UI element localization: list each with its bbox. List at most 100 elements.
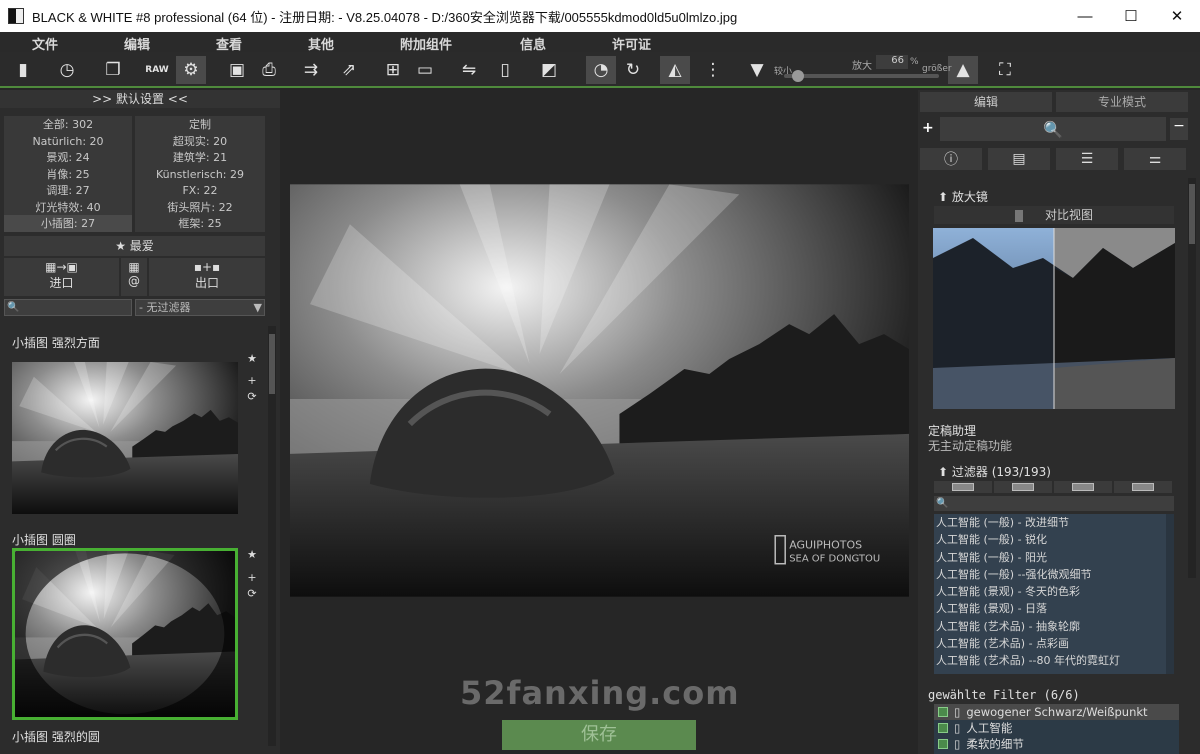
export-button[interactable]: ▪+▪ 出口 — [149, 258, 265, 296]
info-icon[interactable]: ⓘ — [920, 148, 982, 170]
selected-filter-item[interactable]: ▯ gewogener Schwarz/Weißpunkt — [934, 704, 1179, 720]
selected-filter-label: 人工智能 — [966, 721, 1013, 735]
zoom-value[interactable]: 66 — [876, 55, 908, 69]
category-item[interactable]: Natürlich: 20 — [4, 132, 132, 150]
film-icon[interactable]: ▭ — [410, 56, 440, 84]
category-item[interactable]: Künstlerisch: 29 — [135, 165, 265, 183]
filter-list-scrollbar[interactable] — [1166, 514, 1174, 674]
filter-list-item[interactable]: 人工智能 (景观) - 日落 — [934, 600, 1174, 617]
sliders-icon[interactable]: ⚌ — [1124, 148, 1186, 170]
filter-layout-4-icon[interactable] — [1114, 481, 1172, 493]
dots-icon[interactable]: ⋮ — [698, 56, 728, 84]
auto-icon[interactable]: ◔ — [586, 56, 616, 84]
add-icon[interactable]: + — [246, 374, 258, 387]
raw-icon[interactable]: RAW — [142, 56, 172, 84]
preset-search-input[interactable]: 🔍 — [4, 299, 132, 316]
checkbox-icon[interactable] — [938, 739, 948, 749]
category-item[interactable]: 小插图: 27 — [4, 215, 132, 232]
history-icon[interactable]: ◷ — [52, 56, 82, 84]
panel-icon[interactable]: ▯ — [490, 56, 520, 84]
filter-list-item[interactable]: 人工智能 (一般) - 锐化 — [934, 531, 1174, 548]
save-button[interactable]: 保存 — [502, 720, 696, 750]
star-icon[interactable]: ★ — [246, 352, 258, 365]
left-scrollbar[interactable] — [268, 326, 276, 746]
document-icon[interactable]: ▤ — [988, 148, 1050, 170]
rotate-icon[interactable]: ↻ — [618, 56, 648, 84]
compare-view-toggle[interactable]: 对比视图 — [934, 206, 1174, 224]
zoom-out-icon[interactable]: ▼ — [742, 56, 772, 84]
category-item[interactable]: 全部: 302 — [4, 116, 132, 133]
share-icon[interactable]: ⇗ — [334, 56, 364, 84]
tab-edit[interactable]: 编辑 — [920, 92, 1052, 112]
category-item[interactable]: 定制 — [135, 116, 265, 133]
filter-list-item[interactable]: 人工智能 (艺术品) --80 年代的霓虹灯 — [934, 652, 1174, 669]
histogram-icon[interactable]: ◩ — [534, 56, 564, 84]
list-icon[interactable]: ☰ — [1056, 148, 1118, 170]
zoom-slider-handle[interactable] — [792, 70, 804, 82]
compare-layout-icon[interactable]: ⇋ — [454, 56, 484, 84]
print-icon[interactable]: ⎙ — [254, 56, 284, 84]
category-item[interactable]: 超现实: 20 — [135, 132, 265, 150]
main-preview-image[interactable]: AGUIPHOTOS SEA OF DONGTOU — [290, 184, 909, 597]
export-dropdown-icon[interactable]: ⇉ — [296, 56, 326, 84]
category-item[interactable]: 框架: 25 — [135, 215, 265, 232]
filter-list-item[interactable]: 人工智能 (艺术品) - 点彩画 — [934, 635, 1174, 652]
selected-filter-item[interactable]: ▯ 柔软的细节 — [934, 736, 1179, 752]
batch-icon[interactable]: ⊞ — [378, 56, 408, 84]
compare-image[interactable] — [933, 228, 1175, 409]
preset-thumbnail-selected[interactable] — [12, 548, 238, 720]
new-file-icon[interactable]: ▮ — [8, 56, 38, 84]
filter-list-item[interactable]: 人工智能 (一般) - 阳光 — [934, 549, 1174, 566]
maximize-button[interactable]: ☐ — [1108, 0, 1154, 32]
category-item[interactable]: 景观: 24 — [4, 149, 132, 166]
menu-info[interactable]: 信息 — [520, 34, 546, 53]
category-item[interactable]: 建筑学: 21 — [135, 149, 265, 166]
filter-search[interactable]: 🔍 — [940, 117, 1166, 141]
menu-license[interactable]: 许可证 — [612, 34, 651, 53]
filter-layout-2-icon[interactable] — [994, 481, 1052, 493]
filter-list-search[interactable]: 🔍 — [934, 496, 1174, 511]
checkbox-icon[interactable] — [938, 723, 948, 733]
remove-icon[interactable]: − — [1170, 118, 1188, 140]
category-item[interactable]: 调理: 27 — [4, 182, 132, 199]
selected-filter-item[interactable]: ▯ 人工智能 — [934, 720, 1179, 736]
filter-layout-1-icon[interactable] — [934, 481, 992, 493]
filter-layout-3-icon[interactable] — [1054, 481, 1112, 493]
filter-select[interactable]: - 无过滤器 ▼ — [135, 299, 265, 316]
menu-other[interactable]: 其他 — [308, 34, 334, 53]
favorite-button[interactable]: ★ 最爱 — [4, 236, 265, 256]
refresh-icon[interactable]: ⟳ — [246, 587, 258, 600]
checkbox-icon[interactable] — [938, 707, 948, 717]
filter-list-item[interactable]: 人工智能 (一般) --强化微观细节 — [934, 566, 1174, 583]
category-item[interactable]: 街头照片: 22 — [135, 198, 265, 216]
category-item[interactable]: FX: 22 — [135, 182, 265, 199]
close-button[interactable]: ✕ — [1154, 0, 1200, 32]
category-item[interactable]: 灯光特效: 40 — [4, 198, 132, 216]
refresh-icon[interactable]: ⟳ — [246, 390, 258, 403]
web-button[interactable]: ▦ @ — [121, 258, 147, 296]
star-icon[interactable]: ★ — [246, 548, 258, 561]
minimize-button[interactable]: — — [1062, 0, 1108, 32]
add-icon[interactable]: + — [246, 571, 258, 584]
tab-pro-mode[interactable]: 专业模式 — [1056, 92, 1188, 112]
menu-file[interactable]: 文件 — [32, 34, 58, 53]
import-button[interactable]: ▦→▣ 进口 — [4, 258, 119, 296]
add-icon[interactable]: + — [922, 120, 936, 136]
menu-view[interactable]: 查看 — [216, 34, 242, 53]
filter-list-item[interactable]: 人工智能 (艺术品) - 抽象轮廓 — [934, 618, 1174, 635]
preset-thumbnail[interactable] — [12, 362, 238, 514]
menu-edit[interactable]: 编辑 — [124, 34, 150, 53]
zoom-label: 放大 — [852, 61, 872, 72]
filter-list-item[interactable]: 人工智能 (景观) - 冬天的色彩 — [934, 583, 1174, 600]
zoom-slider[interactable] — [784, 74, 939, 78]
category-item[interactable]: 肖像: 25 — [4, 165, 132, 183]
copy-icon[interactable]: ❐ — [98, 56, 128, 84]
right-scrollbar[interactable] — [1188, 178, 1196, 578]
filter-list-item[interactable]: 人工智能 (一般) - 改进细节 — [934, 514, 1174, 531]
menu-addons[interactable]: 附加组件 — [400, 34, 452, 53]
save-icon[interactable]: ▣ — [222, 56, 252, 84]
crop-icon[interactable]: ⛶ — [990, 56, 1020, 84]
flip-icon[interactable]: ◭ — [660, 56, 690, 84]
settings-gear-icon[interactable]: ⚙ — [176, 56, 206, 84]
zoom-in-icon[interactable]: ▲ — [948, 56, 978, 84]
